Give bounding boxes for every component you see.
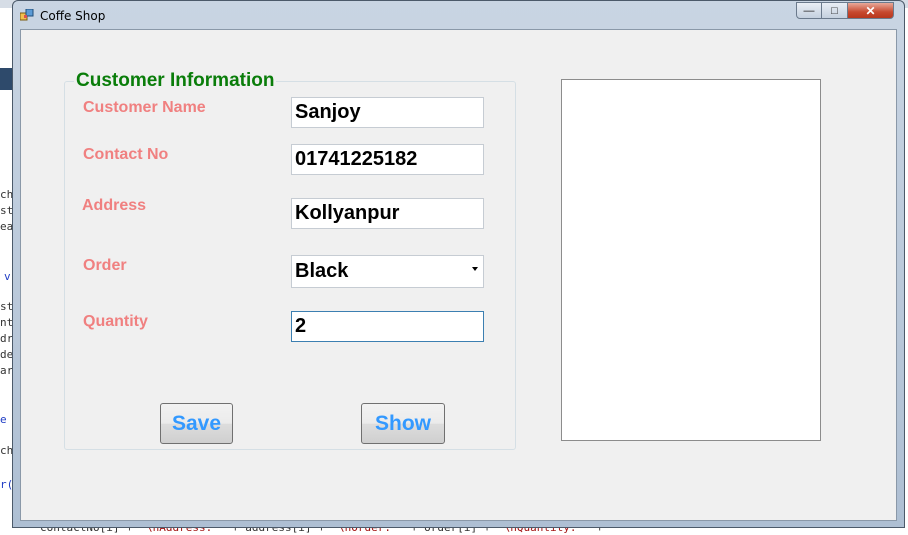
close-button[interactable]: ✕	[848, 2, 894, 19]
address-field[interactable]: Kollyanpur	[291, 198, 484, 229]
save-button[interactable]: Save	[160, 403, 233, 444]
order-dropdown[interactable]: Black	[291, 255, 484, 288]
customer-name-label: Customer Name	[83, 99, 206, 116]
show-button[interactable]: Show	[361, 403, 445, 444]
chevron-down-icon[interactable]	[472, 267, 478, 271]
minimize-button[interactable]: —	[796, 2, 822, 19]
quantity-field[interactable]: 2	[291, 311, 484, 342]
address-label: Address	[82, 197, 147, 214]
order-label: Order	[83, 257, 127, 274]
window-title: Coffe Shop	[40, 9, 106, 23]
window-controls: — □ ✕	[796, 2, 894, 21]
contact-no-label: Contact No	[83, 146, 169, 163]
customer-name-field[interactable]: Sanjoy	[291, 97, 484, 128]
app-window: Coffe Shop — □ ✕ Customer Information Cu…	[12, 0, 905, 528]
order-selected-value: Black	[295, 260, 349, 282]
output-panel	[561, 79, 821, 441]
app-icon	[20, 9, 34, 21]
group-title: Customer Information	[74, 70, 277, 92]
title-bar[interactable]: Coffe Shop — □ ✕	[13, 1, 904, 29]
code-fragment: e	[0, 413, 7, 426]
quantity-label: Quantity	[83, 313, 148, 330]
code-fragment: v	[4, 270, 11, 283]
maximize-button[interactable]: □	[822, 2, 848, 19]
contact-no-field[interactable]: 01741225182	[291, 144, 484, 175]
form-client-area: Customer Information Customer Name Sanjo…	[20, 29, 897, 521]
